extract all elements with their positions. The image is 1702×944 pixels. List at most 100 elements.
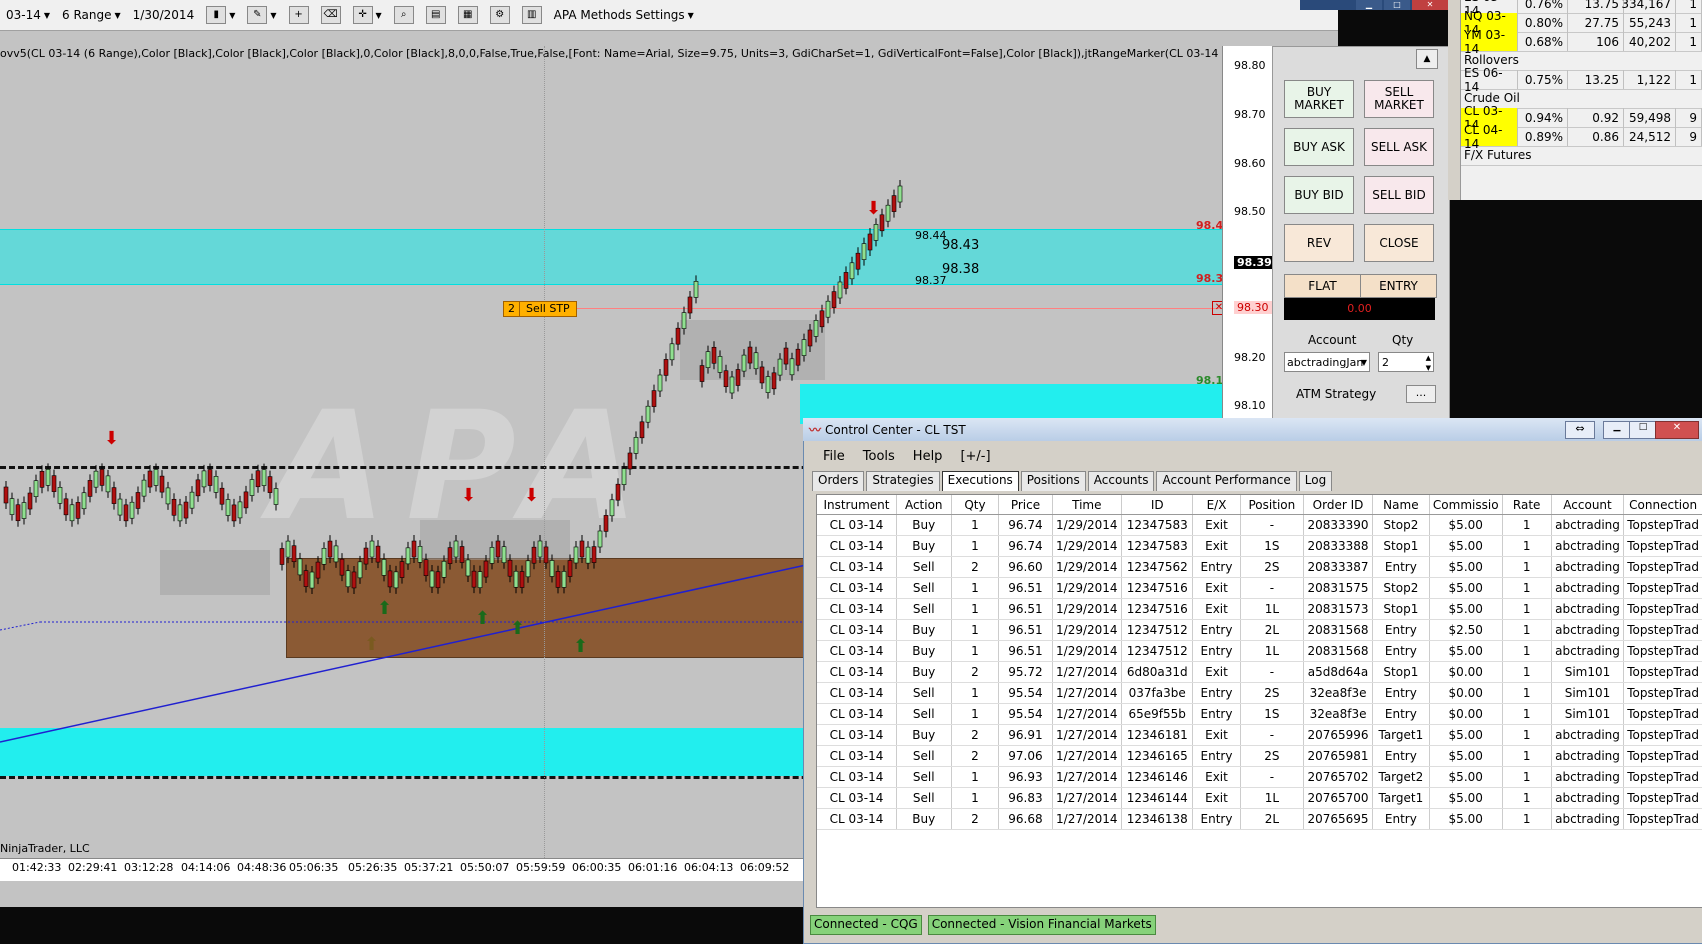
qty-stepper[interactable]: 2 ▲ ▼ bbox=[1378, 352, 1434, 372]
buy-market-button[interactable]: BUY MARKET bbox=[1284, 80, 1354, 118]
analyzer-row[interactable]: ES 06-14 0.75% 13.25 1,122 1 bbox=[1460, 66, 1702, 94]
resize-icon[interactable]: ⇔ bbox=[1565, 421, 1595, 439]
table-cell: CL 03-14 bbox=[817, 535, 897, 557]
control-center-titlebar[interactable]: 〰 Control Center - CL TST ⇔ ▁ □ ✕ bbox=[803, 418, 1702, 441]
reverse-button[interactable]: REV bbox=[1284, 224, 1354, 262]
table-row[interactable]: CL 03-14 Sell 1 96.83 1/27/2014 12346144 Exit 1… bbox=[817, 787, 1702, 809]
table-cell: 95.72 bbox=[998, 661, 1053, 683]
tab-account-performance[interactable]: Account Performance bbox=[1156, 471, 1297, 491]
tab-log[interactable]: Log bbox=[1298, 471, 1333, 491]
buy-bid-button[interactable]: BUY BID bbox=[1284, 176, 1354, 214]
candle-body bbox=[255, 470, 261, 488]
table-cell: $5.00 bbox=[1429, 724, 1503, 746]
candle-body bbox=[573, 546, 579, 564]
analyzer-cell: 0.92 bbox=[1568, 108, 1624, 127]
column-header[interactable]: Name bbox=[1372, 495, 1430, 515]
buy-ask-button[interactable]: BUY ASK bbox=[1284, 128, 1354, 166]
table-row[interactable]: CL 03-14 Buy 1 96.74 1/29/2014 12347583 Exit 1S… bbox=[817, 535, 1702, 557]
analyzer-cell: 59,498 bbox=[1624, 108, 1676, 127]
column-header[interactable]: Instrument bbox=[817, 495, 897, 515]
sell-market-button[interactable]: SELL MARKET bbox=[1364, 80, 1434, 118]
table-row[interactable]: CL 03-14 Sell 1 96.51 1/29/2014 12347516 Exit -… bbox=[817, 577, 1702, 599]
tab-positions[interactable]: Positions bbox=[1020, 471, 1086, 491]
sell-ask-button[interactable]: SELL ASK bbox=[1364, 128, 1434, 166]
table-row[interactable]: CL 03-14 Buy 2 96.68 1/27/2014 12346138 Entry 2… bbox=[817, 808, 1702, 830]
table-row[interactable]: CL 03-14 Sell 2 96.60 1/29/2014 12347562 Entry… bbox=[817, 556, 1702, 578]
table-row[interactable]: CL 03-14 Buy 2 95.72 1/27/2014 6d80a31d Exit - a… bbox=[817, 661, 1702, 683]
table-cell: TopstepTrad bbox=[1623, 724, 1702, 746]
menu-file[interactable]: File bbox=[823, 449, 845, 464]
candle-body bbox=[363, 547, 369, 565]
table-cell: Entry bbox=[1372, 556, 1430, 578]
tab-accounts[interactable]: Accounts bbox=[1087, 471, 1155, 491]
column-header[interactable]: Action bbox=[896, 495, 952, 515]
table-row[interactable]: CL 03-14 Sell 1 95.54 1/27/2014 037fa3be Entry… bbox=[817, 682, 1702, 704]
analyzer-row[interactable]: CL 04-14 0.89% 0.86 24,512 9 bbox=[1460, 123, 1702, 151]
table-row[interactable]: CL 03-14 Buy 2 96.91 1/27/2014 12346181 Exit -2… bbox=[817, 724, 1702, 746]
atm-strategy-button[interactable]: ... bbox=[1406, 385, 1436, 403]
analyzer-cell: 1 bbox=[1676, 0, 1702, 13]
table-row[interactable]: CL 03-14 Sell 1 96.51 1/29/2014 12347516 Exit 1… bbox=[817, 598, 1702, 620]
maximize-icon[interactable]: □ bbox=[1629, 421, 1657, 439]
table-cell: $5.00 bbox=[1429, 787, 1503, 809]
column-header[interactable]: Account bbox=[1551, 495, 1625, 515]
table-cell: abctrading bbox=[1551, 766, 1625, 788]
panel-collapse-button[interactable]: ▲ bbox=[1416, 49, 1438, 69]
price-tick: 98.80 bbox=[1234, 59, 1266, 72]
table-cell: 1/27/2014 bbox=[1052, 808, 1122, 830]
minimize-icon[interactable]: ▁ bbox=[1356, 0, 1382, 10]
table-cell: Sell bbox=[896, 703, 952, 725]
candle-body bbox=[555, 571, 561, 588]
tab-executions[interactable]: Executions bbox=[941, 471, 1019, 491]
candle-body bbox=[513, 570, 519, 588]
close-icon[interactable]: ✕ bbox=[1412, 0, 1448, 10]
close-position-button[interactable]: CLOSE bbox=[1364, 224, 1434, 262]
table-row[interactable]: CL 03-14 Buy 1 96.74 1/29/2014 12347583 Exit -2… bbox=[817, 514, 1702, 536]
account-select[interactable]: abctradingJan ▼ bbox=[1284, 352, 1370, 372]
column-header[interactable]: ID bbox=[1121, 495, 1194, 515]
sell-bid-button[interactable]: SELL BID bbox=[1364, 176, 1434, 214]
table-row[interactable]: CL 03-14 Buy 1 96.51 1/29/2014 12347512 Entry 1… bbox=[817, 640, 1702, 662]
table-cell: Buy bbox=[896, 808, 952, 830]
table-cell: abctrading bbox=[1551, 724, 1625, 746]
candle-body bbox=[243, 491, 249, 509]
close-icon[interactable]: ✕ bbox=[1655, 421, 1699, 439]
table-cell: Entry bbox=[1192, 745, 1241, 767]
column-header[interactable]: E/X bbox=[1192, 495, 1241, 515]
table-row[interactable]: CL 03-14 Sell 2 97.06 1/27/2014 12346165 Entry… bbox=[817, 745, 1702, 767]
column-header[interactable]: Time bbox=[1052, 495, 1122, 515]
table-cell: 1/29/2014 bbox=[1052, 577, 1122, 599]
candle-body bbox=[333, 545, 339, 563]
column-header[interactable]: Rate bbox=[1502, 495, 1552, 515]
dropdown-arrow-icon: ▼ bbox=[1360, 358, 1367, 367]
table-row[interactable]: CL 03-14 Sell 1 96.93 1/27/2014 12346146 Exit -… bbox=[817, 766, 1702, 788]
minimize-icon[interactable]: ▁ bbox=[1603, 421, 1631, 439]
time-tick: 06:00:35 bbox=[572, 861, 622, 874]
window-controls: ▁ □ ✕ bbox=[1300, 0, 1448, 10]
table-cell: 20765695 bbox=[1303, 808, 1373, 830]
executions-grid[interactable]: Instrument Action Qty Price Time ID E/X Positio… bbox=[816, 494, 1702, 908]
candle-body bbox=[33, 480, 39, 497]
menu-expand[interactable]: [+/-] bbox=[960, 449, 990, 464]
column-header[interactable]: Order ID bbox=[1303, 495, 1373, 515]
candle-body bbox=[321, 547, 327, 565]
table-row[interactable]: CL 03-14 Sell 1 95.54 1/27/2014 65e9f55b Entry… bbox=[817, 703, 1702, 725]
column-header[interactable]: Price bbox=[998, 495, 1053, 515]
tab-orders[interactable]: Orders bbox=[812, 471, 865, 491]
time-tick: 05:26:35 bbox=[348, 861, 398, 874]
tab-strategies[interactable]: Strategies bbox=[866, 471, 940, 491]
candle-body bbox=[261, 469, 267, 486]
sell-stop-order-marker[interactable]: 2 Sell STP bbox=[503, 301, 577, 317]
menu-tools[interactable]: Tools bbox=[863, 449, 895, 464]
column-header[interactable]: Commissio bbox=[1429, 495, 1503, 515]
table-row[interactable]: CL 03-14 Buy 1 96.51 1/29/2014 12347512 Entry 2… bbox=[817, 619, 1702, 641]
candle-body bbox=[351, 571, 357, 589]
column-header[interactable]: Connection bbox=[1623, 495, 1702, 515]
menu-help[interactable]: Help bbox=[913, 449, 943, 464]
column-header[interactable]: Position bbox=[1240, 495, 1305, 515]
candle-body bbox=[681, 312, 687, 329]
candle-body bbox=[231, 504, 237, 522]
analyzer-row[interactable]: YM 03-14 0.68% 106 40,202 1 bbox=[1460, 28, 1702, 56]
column-header[interactable]: Qty bbox=[951, 495, 1000, 515]
maximize-icon[interactable]: □ bbox=[1384, 0, 1410, 10]
